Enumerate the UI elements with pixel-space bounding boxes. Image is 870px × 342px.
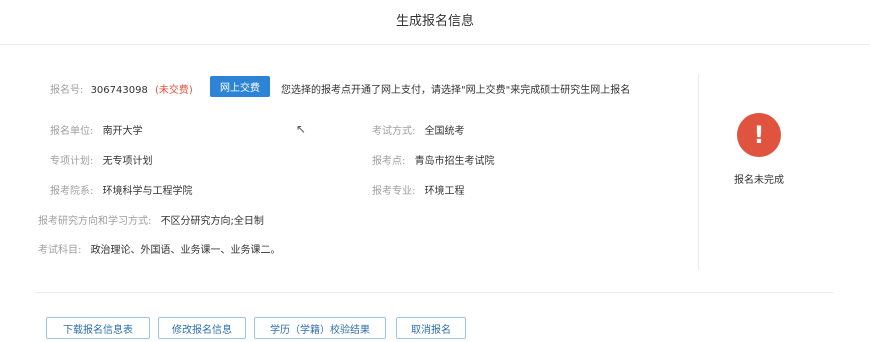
exam-mode-value: 全国统考 [424, 126, 465, 137]
plan-value: 无专项计划 [102, 156, 153, 167]
site-row: 报考点: 青岛市招生考试院 [372, 152, 495, 167]
major-label: 报考专业: [372, 186, 416, 197]
mouse-cursor-icon: ↖ [296, 122, 307, 136]
dept-row: 报考院系: 环境科学与工程学院 [50, 182, 193, 197]
site-value: 青岛市招生考试院 [414, 156, 495, 167]
plan-row: 专项计划: 无专项计划 [50, 152, 153, 167]
download-form-button[interactable]: 下载报名信息表 [46, 317, 150, 339]
subjects-value: 政治理论、外国语、业务课一、业务课二。 [90, 245, 281, 256]
major-value: 环境工程 [424, 186, 465, 197]
subjects-label: 考试科目: [38, 245, 82, 256]
direction-value: 不区分研究方向;全日制 [160, 216, 264, 227]
status-divider [698, 74, 699, 270]
dept-label: 报考院系: [50, 186, 94, 197]
plan-label: 专项计划: [50, 156, 94, 167]
major-row: 报考专业: 环境工程 [372, 182, 465, 197]
unit-value: 南开大学 [102, 126, 143, 137]
exclamation-icon: ! [737, 113, 781, 157]
actions-divider [34, 292, 834, 293]
direction-row: 报考研究方向和学习方式: 不区分研究方向;全日制 [38, 212, 264, 227]
subjects-row: 考试科目: 政治理论、外国语、业务课一、业务课二。 [38, 241, 281, 256]
dept-value: 环境科学与工程学院 [102, 186, 193, 197]
cancel-registration-button[interactable]: 取消报名 [396, 317, 466, 339]
reg-number-value: 306743098 [90, 85, 148, 96]
payment-notice: 您选择的报考点开通了网上支付，请选择"网上交费"来完成硕士研究生网上报名 [281, 85, 631, 96]
header-divider [0, 44, 870, 45]
direction-label: 报考研究方向和学习方式: [38, 216, 152, 227]
unit-label: 报名单位: [50, 126, 94, 137]
site-label: 报考点: [372, 156, 406, 167]
payment-status: (未交费) [155, 85, 193, 96]
reg-number-row: 报名号: 306743098 (未交费) [50, 81, 193, 96]
page-title: 生成报名信息 [395, 14, 474, 29]
exam-mode-label: 考试方式: [372, 126, 416, 137]
exam-mode-row: 考试方式: 全国统考 [372, 122, 465, 137]
modify-info-button[interactable]: 修改报名信息 [158, 317, 246, 339]
reg-number-label: 报名号: [50, 85, 84, 96]
status-text: 报名未完成 [734, 175, 784, 186]
verify-education-button[interactable]: 学历（学籍）校验结果 [254, 317, 386, 339]
online-pay-button[interactable]: 网上交费 [210, 76, 270, 97]
unit-row: 报名单位: 南开大学 [50, 122, 143, 137]
